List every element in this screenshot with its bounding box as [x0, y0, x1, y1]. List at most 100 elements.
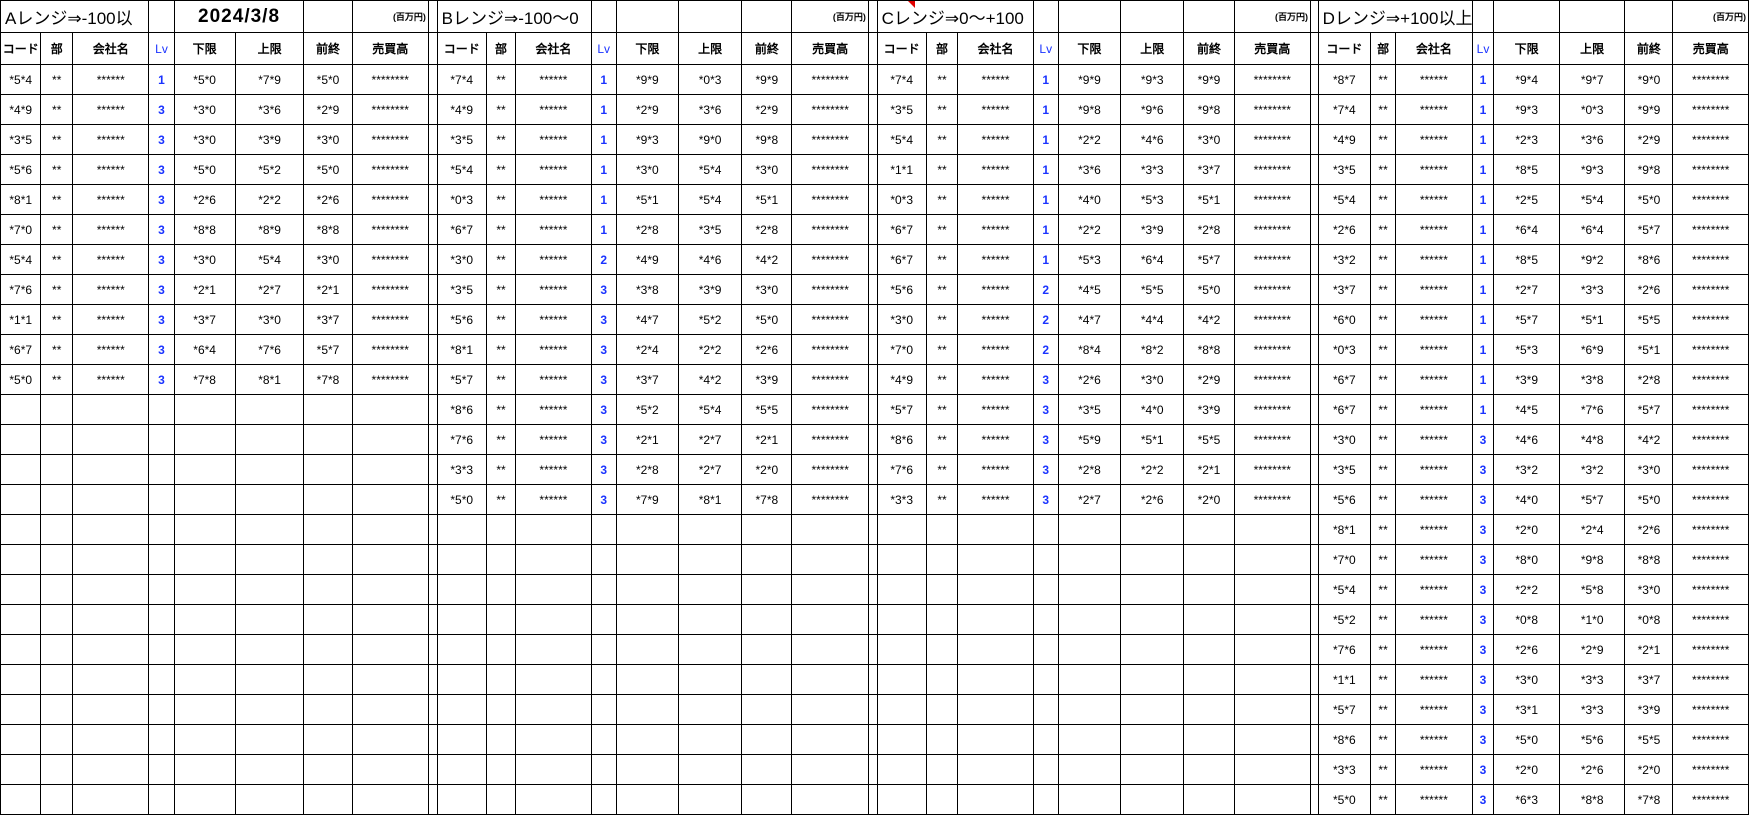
cell-lv-c[interactable]: 1	[1032, 244, 1059, 275]
cell-lv-c[interactable]: 3	[1032, 364, 1059, 395]
cell-lv-c[interactable]: 1	[1032, 154, 1059, 185]
cell-empty-a[interactable]	[40, 694, 74, 725]
cell-low-d[interactable]: *4*0	[1493, 484, 1560, 515]
cell-name-c[interactable]: ******	[957, 364, 1034, 395]
cell-high-a[interactable]: *5*4	[234, 244, 305, 275]
cell-empty-b[interactable]	[590, 784, 617, 815]
cell-prev-d[interactable]: *3*0	[1624, 454, 1674, 485]
cell-code-c[interactable]: *3*0	[876, 304, 927, 335]
cell-low-b[interactable]: *2*8	[615, 214, 679, 245]
cell-name-c[interactable]: ******	[957, 64, 1034, 95]
cell-name-d[interactable]: ******	[1395, 124, 1473, 155]
cell-low-c[interactable]: *4*5	[1057, 274, 1122, 305]
cell-lv-b[interactable]: 1	[590, 154, 617, 185]
cell-empty-b[interactable]	[485, 514, 517, 545]
cell-prev-a[interactable]: *5*0	[303, 154, 353, 185]
cell-sales-d[interactable]: ********	[1672, 724, 1749, 755]
cell-name-a[interactable]: ******	[72, 244, 150, 275]
cell-low-c[interactable]: *4*0	[1057, 184, 1122, 215]
cell-empty-b[interactable]	[590, 604, 617, 635]
cell-dept-b[interactable]: **	[485, 64, 517, 95]
cell-lv-d[interactable]: 1	[1471, 124, 1495, 155]
cell-low-d[interactable]: *9*4	[1493, 64, 1560, 95]
cell-lv-b[interactable]: 3	[590, 304, 617, 335]
cell-empty-a[interactable]	[0, 394, 42, 425]
cell-prev-d[interactable]: *2*8	[1624, 364, 1674, 395]
cell-prev-c[interactable]: *5*0	[1183, 274, 1235, 305]
cell-dept-b[interactable]: **	[485, 364, 517, 395]
cell-empty-a[interactable]	[303, 784, 353, 815]
cell-empty-b[interactable]	[515, 724, 592, 755]
cell-prev-a[interactable]: *2*6	[303, 184, 353, 215]
cell-empty-b[interactable]	[436, 694, 487, 725]
cell-low-d[interactable]: *8*0	[1493, 544, 1560, 575]
cell-name-b[interactable]: ******	[515, 214, 592, 245]
cell-empty-c[interactable]	[876, 784, 927, 815]
cell-sales-d[interactable]: ********	[1672, 784, 1749, 815]
cell-code-c[interactable]: *4*9	[876, 364, 927, 395]
cell-empty-c[interactable]	[1120, 724, 1185, 755]
cell-low-b[interactable]: *9*9	[615, 64, 679, 95]
cell-prev-c[interactable]: *2*0	[1183, 484, 1235, 515]
cell-lv-b[interactable]: 1	[590, 214, 617, 245]
cell-name-d[interactable]: ******	[1395, 364, 1473, 395]
cell-lv-d[interactable]: 1	[1471, 244, 1495, 275]
cell-empty-c[interactable]	[1032, 784, 1059, 815]
cell-lv-c[interactable]: 1	[1032, 94, 1059, 125]
cell-empty-a[interactable]	[0, 604, 42, 635]
cell-name-d[interactable]: ******	[1395, 244, 1473, 275]
cell-empty-a[interactable]	[40, 634, 74, 665]
cell-low-c[interactable]: *2*2	[1057, 214, 1122, 245]
cell-code-b[interactable]: *8*6	[436, 394, 487, 425]
header-dept[interactable]: 部	[40, 32, 74, 65]
cell-high-c[interactable]: *4*6	[1120, 124, 1185, 155]
cell-empty-c[interactable]	[957, 634, 1034, 665]
cell-empty[interactable]	[677, 0, 743, 33]
cell-empty-b[interactable]	[515, 604, 592, 635]
cell-low-d[interactable]: *3*2	[1493, 454, 1560, 485]
cell-empty-a[interactable]	[234, 784, 305, 815]
cell-empty-c[interactable]	[957, 574, 1034, 605]
cell-empty-c[interactable]	[1057, 544, 1122, 575]
cell-empty-a[interactable]	[173, 454, 236, 485]
cell-empty-a[interactable]	[0, 724, 42, 755]
cell-prev-b[interactable]: *4*2	[741, 244, 793, 275]
cell-name-c[interactable]: ******	[957, 424, 1034, 455]
cell-high-d[interactable]: *2*4	[1558, 514, 1626, 545]
cell-prev-d[interactable]: *0*8	[1624, 604, 1674, 635]
cell-empty-a[interactable]	[351, 754, 429, 785]
cell-lv-c[interactable]: 1	[1032, 184, 1059, 215]
cell-code-b[interactable]: *4*9	[436, 94, 487, 125]
cell-lv-d[interactable]: 3	[1471, 544, 1495, 575]
cell-code-d[interactable]: *7*0	[1317, 544, 1372, 575]
cell-prev-d[interactable]: *9*8	[1624, 154, 1674, 185]
cell-lv-a[interactable]: 3	[148, 274, 175, 305]
cell-low-c[interactable]: *2*2	[1057, 124, 1122, 155]
cell-name-b[interactable]: ******	[515, 334, 592, 365]
cell-prev-d[interactable]: *4*2	[1624, 424, 1674, 455]
cell-sales-a[interactable]: ********	[351, 274, 429, 305]
cell-empty-a[interactable]	[40, 454, 74, 485]
cell-empty[interactable]	[1032, 0, 1059, 33]
cell-low-c[interactable]: *2*7	[1057, 484, 1122, 515]
cell-empty-a[interactable]	[351, 724, 429, 755]
cell-empty-b[interactable]	[615, 754, 679, 785]
cell-empty-c[interactable]	[1233, 604, 1312, 635]
cell-empty-b[interactable]	[590, 544, 617, 575]
cell-low-a[interactable]: *5*0	[173, 154, 236, 185]
cell-sales-d[interactable]: ********	[1672, 244, 1749, 275]
cell-lv-b[interactable]: 1	[590, 64, 617, 95]
cell-dept-d[interactable]: **	[1370, 154, 1397, 185]
cell-code-b[interactable]: *0*3	[436, 184, 487, 215]
cell-name-a[interactable]: ******	[72, 274, 150, 305]
cell-sales-c[interactable]: ********	[1233, 214, 1312, 245]
cell-name-b[interactable]: ******	[515, 394, 592, 425]
cell-prev-a[interactable]: *5*0	[303, 64, 353, 95]
cell-high-c[interactable]: *3*0	[1120, 364, 1185, 395]
cell-empty-c[interactable]	[876, 634, 927, 665]
cell-empty-c[interactable]	[1183, 664, 1235, 695]
cell-empty-a[interactable]	[173, 724, 236, 755]
cell-empty-a[interactable]	[40, 604, 74, 635]
cell-high-a[interactable]: *2*2	[234, 184, 305, 215]
cell-code-d[interactable]: *3*5	[1317, 454, 1372, 485]
